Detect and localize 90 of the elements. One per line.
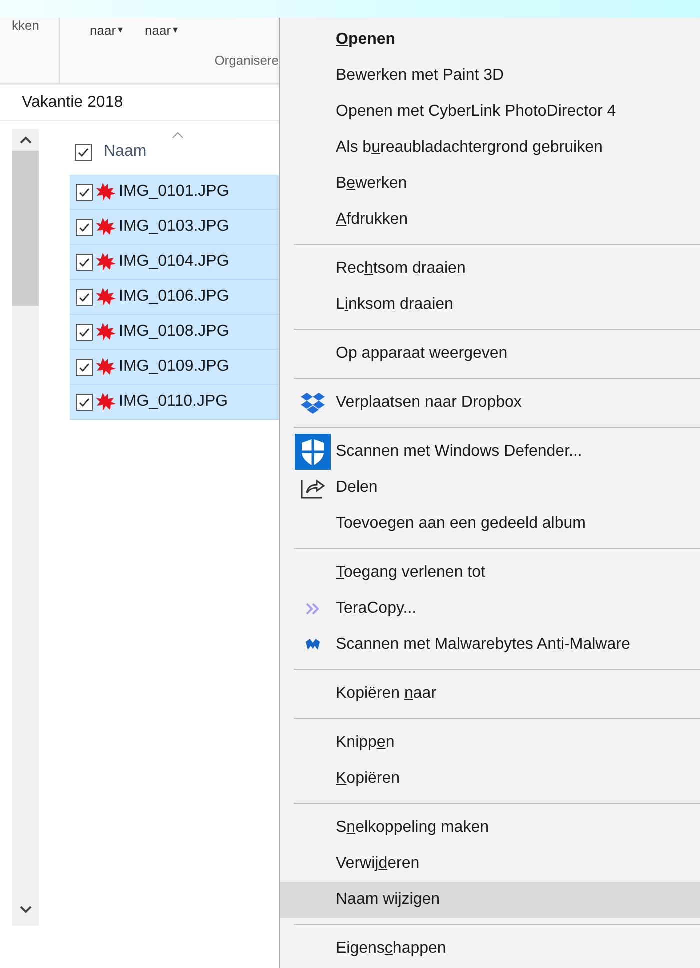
column-header[interactable]: Naam [104, 140, 147, 164]
m-logo-icon [305, 638, 321, 652]
select-all-checkbox[interactable] [75, 144, 92, 160]
splat-icon [95, 357, 117, 377]
splat-icon [95, 182, 117, 202]
shield-icon [295, 434, 331, 470]
menu-item-label: Afdrukken [335, 210, 408, 230]
menu-item[interactable]: Openen met CyberLink PhotoDirector 4 [280, 94, 700, 130]
sort-caret-icon [172, 132, 184, 139]
menu-item-label: Verplaatsen naar Dropbox [335, 393, 522, 413]
menu-item[interactable]: Openen [280, 22, 700, 58]
file-name: IMG_0101.JPG [119, 182, 230, 202]
menu-item-label: Toevoegen aan een gedeeld album [335, 514, 586, 534]
splat-icon [95, 217, 117, 237]
menu-item[interactable]: Snelkoppeling maken [280, 810, 700, 846]
file-row[interactable]: IMG_0103.JPG [70, 210, 279, 245]
menu-item-label: Openen met CyberLink PhotoDirector 4 [335, 102, 616, 122]
menu-item-label: Bewerken [335, 174, 408, 194]
address-bar-path: Vakantie 2018 [22, 92, 124, 112]
scrollbar-thumb[interactable] [12, 151, 39, 306]
menu-item[interactable]: Afdrukken [280, 202, 700, 238]
file-checkbox[interactable] [76, 288, 93, 306]
ribbon-dropdown-button[interactable]: naar▾ [90, 21, 124, 40]
splat-icon [95, 287, 117, 307]
menu-item[interactable]: Toevoegen aan een gedeeld album [280, 506, 700, 542]
file-row[interactable]: IMG_0109.JPG [70, 350, 279, 385]
menu-item[interactable]: Rechtsom draaien [280, 251, 700, 287]
menu-item-label: Scannen met Malwarebytes Anti-Malware [335, 635, 630, 655]
menu-item-label: Linksom draaien [335, 295, 454, 315]
menu-item[interactable]: Kopiëren [280, 761, 700, 797]
file-checkbox[interactable] [76, 394, 93, 410]
file-row[interactable]: IMG_0106.JPG [70, 280, 279, 315]
menu-item[interactable]: Op apparaat weergeven [280, 336, 700, 372]
menu-item[interactable]: Verplaatsen naar Dropbox [280, 385, 700, 421]
file-name: IMG_0110.JPG [119, 392, 228, 412]
menu-item[interactable]: Scannen met Malwarebytes Anti-Malware [280, 627, 700, 663]
menu-item[interactable]: Linksom draaien [280, 287, 700, 323]
menu-item[interactable]: Als bureaubladachtergrond gebruiken [280, 130, 700, 166]
menu-item-label: Openen [335, 30, 396, 50]
menu-item-label: Scannen met Windows Defender... [335, 442, 582, 462]
file-row[interactable]: IMG_0108.JPG [70, 315, 279, 350]
ribbon-dropdown-button[interactable]: naar▾ [145, 21, 178, 40]
menu-item[interactable]: Bewerken met Paint 3D [280, 58, 700, 94]
menu-item[interactable]: Naam wijzigen [280, 882, 700, 918]
menu-item-label: Kopiëren [335, 769, 400, 789]
menu-item[interactable]: Scannen met Windows Defender... [280, 434, 700, 470]
menu-item[interactable]: Delen [280, 470, 700, 506]
splat-icon [95, 392, 117, 412]
file-name: IMG_0104.JPG [119, 252, 230, 272]
ribbon-group-label: Organisere [214, 52, 279, 70]
menu-item[interactable]: Eigenschappen [280, 931, 700, 967]
menu-item[interactable]: Verwijderen [280, 846, 700, 882]
menu-item-label: Snelkoppeling maken [335, 818, 489, 838]
dropbox-icon [300, 392, 326, 414]
splat-icon [95, 322, 117, 342]
splat-icon [95, 252, 117, 272]
scrollbar[interactable] [12, 129, 39, 926]
file-checkbox[interactable] [76, 324, 93, 340]
menu-item[interactable]: Knippen [280, 725, 700, 761]
menu-item-label: Als bureaubladachtergrond gebruiken [335, 138, 603, 158]
file-name: IMG_0106.JPG [119, 287, 230, 307]
file-name: IMG_0109.JPG [119, 357, 230, 377]
menu-item[interactable]: Bewerken [280, 166, 700, 202]
menu-item[interactable]: TeraCopy... [280, 591, 700, 627]
menu-item-label: Op apparaat weergeven [335, 344, 508, 364]
file-checkbox[interactable] [76, 358, 93, 376]
menu-item-label: Rechtsom draaien [335, 259, 466, 279]
menu-item-label: Knippen [335, 733, 395, 753]
ribbon-label: kken [12, 18, 40, 33]
menu-item-label: Eigenschappen [335, 939, 446, 959]
file-name: IMG_0108.JPG [119, 322, 230, 342]
menu-item-label: Verwijderen [335, 854, 420, 874]
menu-item-label: Delen [335, 478, 378, 498]
menu-item-label: Kopiëren naar [335, 684, 437, 704]
file-row[interactable]: IMG_0101.JPG [70, 175, 279, 210]
double-chevron-icon [306, 603, 320, 615]
file-row[interactable]: IMG_0104.JPG [70, 245, 279, 280]
menu-item-label: Naam wijzigen [335, 890, 440, 910]
scroll-down-icon[interactable] [20, 906, 32, 914]
file-row[interactable]: IMG_0110.JPG [70, 385, 279, 420]
file-checkbox[interactable] [76, 184, 93, 200]
menu-item-label: Bewerken met Paint 3D [335, 66, 504, 86]
menu-item[interactable]: Kopiëren naar [280, 676, 700, 712]
file-checkbox[interactable] [76, 218, 93, 236]
menu-item-label: Toegang verlenen tot [335, 563, 486, 583]
scroll-up-icon[interactable] [20, 136, 32, 144]
menu-item[interactable]: Toegang verlenen tot [280, 555, 700, 591]
file-name: IMG_0103.JPG [119, 217, 230, 237]
menu-item-label: TeraCopy... [335, 599, 417, 619]
file-checkbox[interactable] [76, 254, 93, 270]
